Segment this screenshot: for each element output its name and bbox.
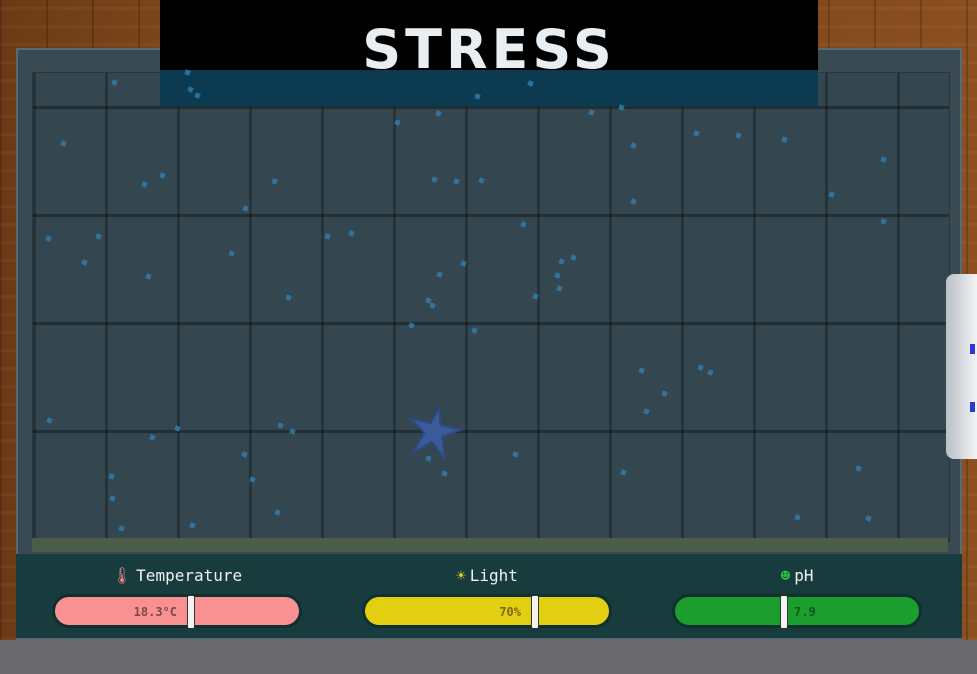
sun-icon: ☀ — [456, 566, 466, 585]
temperature-value: 18.3°C — [133, 605, 177, 619]
light-value: 70% — [499, 605, 521, 619]
starfish-icon[interactable] — [404, 404, 464, 460]
temperature-slider-handle[interactable] — [187, 595, 195, 629]
side-object — [946, 274, 977, 459]
tank-floor — [32, 538, 948, 552]
tank-back-wall — [32, 72, 950, 542]
light-label: Light — [469, 566, 518, 585]
temperature-label-row: 🌡 Temperature — [52, 566, 302, 585]
page-title: STRESS — [362, 18, 616, 81]
ph-icon: ☻ — [780, 566, 791, 585]
ph-control: ☻ pH 7.9 — [672, 554, 922, 638]
ph-label-row: ☻ pH — [672, 566, 922, 585]
ph-label: pH — [794, 566, 814, 585]
temperature-control: 🌡 Temperature 18.3°C — [52, 554, 302, 638]
light-label-row: ☀ Light — [362, 566, 612, 585]
particle — [827, 190, 835, 198]
title-banner: STRESS — [160, 0, 818, 106]
temperature-label: Temperature — [136, 566, 243, 585]
temperature-slider[interactable]: 18.3°C — [52, 594, 302, 629]
ph-slider[interactable]: 7.9 — [672, 594, 922, 629]
thermometer-icon: 🌡 — [111, 566, 133, 585]
particle — [854, 465, 862, 472]
particle — [569, 254, 577, 261]
particle — [117, 524, 125, 532]
control-panel: 🌡 Temperature 18.3°C ☀ Light 70% ☻ pH 7.… — [16, 554, 962, 638]
side-object-mark — [970, 402, 975, 412]
particle — [696, 363, 704, 371]
light-slider[interactable]: 70% — [362, 594, 612, 629]
light-control: ☀ Light 70% — [362, 554, 612, 638]
floor — [0, 640, 977, 674]
aquarium-tank — [16, 48, 962, 640]
particle — [459, 260, 467, 267]
side-object-mark — [970, 344, 975, 354]
ph-value: 7.9 — [794, 605, 816, 619]
light-slider-handle[interactable] — [531, 595, 539, 629]
ph-slider-handle[interactable] — [780, 595, 788, 629]
